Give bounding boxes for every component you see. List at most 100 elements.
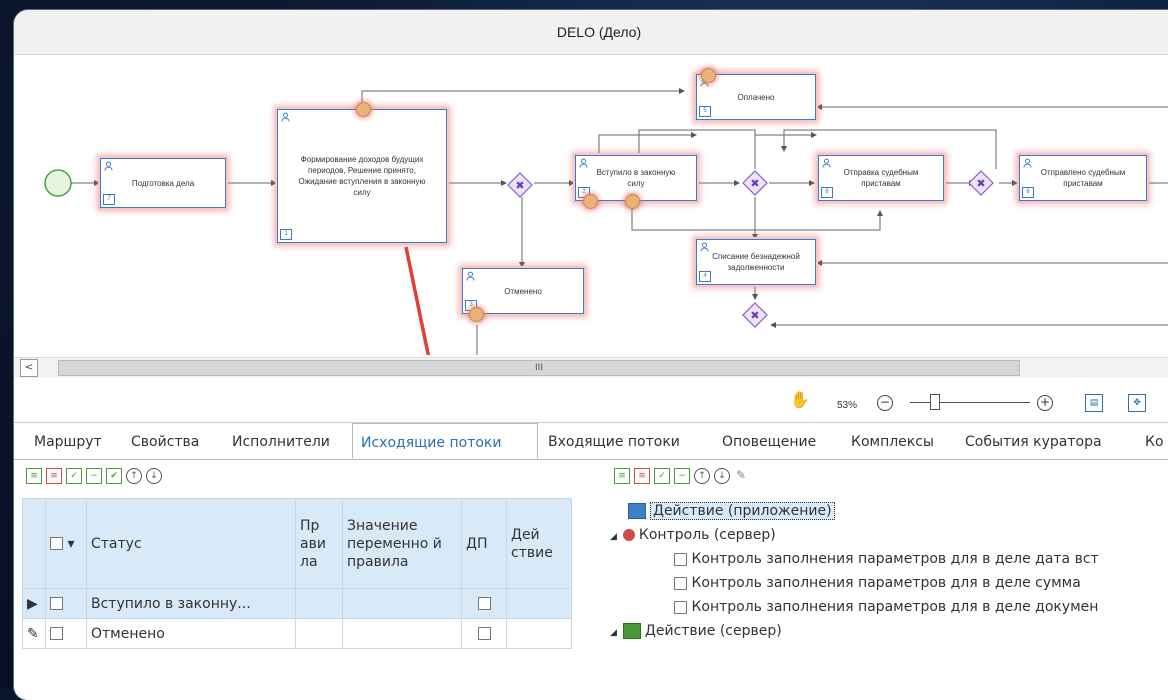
svg-text:✖: ✖: [750, 177, 759, 190]
row-status[interactable]: Вступило в законну...: [86, 588, 296, 619]
column-rule-value[interactable]: Значение переменно й правила: [342, 498, 462, 589]
tab-curator-events[interactable]: События куратора: [965, 423, 1102, 459]
row-checkbox[interactable]: [45, 588, 87, 619]
scroll-left-button[interactable]: <: [20, 359, 38, 377]
node-forming-income[interactable]: Формирование доходов будущих периодов, Р…: [277, 109, 447, 243]
row-dp-checkbox[interactable]: [461, 588, 507, 619]
tree-item-server-control[interactable]: ◢ Контроль (сервер): [610, 524, 776, 546]
status-marker-icon: [356, 102, 371, 117]
row-rules[interactable]: [295, 588, 343, 619]
status-marker-icon: [583, 194, 598, 209]
tab-incoming-flows[interactable]: Входящие потоки: [548, 423, 680, 459]
row-action[interactable]: [506, 588, 572, 619]
actions-pane: ≡ ≡ ✓ − ↑ ↓ ✎ Действие (приложение) ◢ Кон…: [592, 460, 1168, 700]
row-action[interactable]: [506, 618, 572, 649]
zoom-out-button[interactable]: −: [877, 395, 893, 411]
row-value[interactable]: [342, 588, 462, 619]
app-window: DELO (Дело) ✖ ✖ ✖ ✖ Подготовка дела 7 Фо…: [14, 10, 1168, 700]
diagram-horizontal-scrollbar[interactable]: < III: [14, 357, 1168, 379]
calendar-action-icon: [628, 503, 646, 519]
column-status[interactable]: Статус: [86, 498, 296, 589]
zoom-slider-handle[interactable]: [930, 394, 940, 410]
row-indicator-header: [22, 498, 46, 589]
window-title: DELO (Дело): [14, 10, 1168, 55]
zoom-in-button[interactable]: +: [1037, 395, 1053, 411]
svg-text:✖: ✖: [976, 177, 985, 190]
zoom-slider-track[interactable]: [910, 402, 1030, 403]
status-marker-icon: [469, 307, 484, 322]
column-dp[interactable]: ДП: [461, 498, 507, 589]
server-control-icon: [622, 529, 635, 541]
fit-100-icon[interactable]: ▤: [1085, 394, 1103, 412]
scrollbar-thumb[interactable]: III: [58, 360, 1020, 376]
svg-text:✖: ✖: [750, 309, 759, 322]
check-all-icon[interactable]: ✓: [66, 468, 82, 484]
status-marker-icon: [625, 194, 640, 209]
tab-outgoing-flows[interactable]: Исходящие потоки: [352, 423, 538, 459]
gateway-2: ✖: [742, 170, 768, 196]
move-down-icon[interactable]: ↓: [714, 468, 730, 484]
tab-route[interactable]: Маршрут: [34, 423, 102, 459]
zoom-level: 53%: [837, 400, 858, 411]
server-action-icon: [622, 623, 641, 639]
collapse-arrow-icon[interactable]: ◢: [610, 532, 617, 542]
apply-icon[interactable]: ✔: [106, 468, 122, 484]
row-value[interactable]: [342, 618, 462, 649]
row-marker: ✎: [22, 618, 46, 649]
row-checkbox[interactable]: [45, 618, 87, 649]
start-event: [44, 169, 72, 197]
table-row[interactable]: ▶ Вступило в законну...: [22, 588, 572, 619]
tab-properties[interactable]: Свойства: [131, 423, 199, 459]
zoom-toolbar: ✋ 53% − + ▤ ✥: [14, 378, 1168, 423]
tree-item-server-action[interactable]: ◢ Действие (сервер): [610, 620, 782, 642]
tree-item-control-sum[interactable]: Контроль заполнения параметров для в дел…: [674, 572, 1081, 594]
add-action-icon[interactable]: ≡: [614, 468, 630, 484]
node-send-to-bailiffs[interactable]: Отправка судебным приставам 6: [818, 155, 944, 201]
tree-item-control-document[interactable]: Контроль заполнения параметров для в дел…: [674, 596, 1098, 618]
tab-performers[interactable]: Исполнители: [232, 423, 330, 459]
status-marker-icon: [701, 68, 716, 83]
column-rules[interactable]: Пр ави ла: [295, 498, 343, 589]
row-marker: ▶: [22, 588, 46, 619]
tab-complexes[interactable]: Комплексы: [851, 423, 934, 459]
delete-row-icon[interactable]: ≡: [46, 468, 62, 484]
node-sent-to-bailiffs[interactable]: Отправлено судебным приставам 6: [1019, 155, 1147, 201]
table-row[interactable]: ✎ Отменено: [22, 618, 572, 649]
gateway-4: ✖: [742, 302, 768, 328]
node-paid[interactable]: Оплачено 5: [696, 74, 816, 120]
row-status[interactable]: Отменено: [86, 618, 296, 649]
add-row-icon[interactable]: ≡: [26, 468, 42, 484]
column-action[interactable]: Дей ствие: [506, 498, 572, 589]
check-all-icon[interactable]: ✓: [654, 468, 670, 484]
tree-item-control-date[interactable]: Контроль заполнения параметров для в дел…: [674, 548, 1099, 570]
move-up-icon[interactable]: ↑: [126, 468, 142, 484]
annotation-arrow: [404, 246, 431, 355]
uncheck-all-icon[interactable]: −: [86, 468, 102, 484]
row-dp-checkbox[interactable]: [461, 618, 507, 649]
svg-text:✖: ✖: [515, 179, 524, 192]
select-all-header[interactable]: ▾: [45, 498, 87, 589]
item-checkbox[interactable]: [674, 600, 687, 614]
outgoing-flows-pane: ≡ ≡ ✓ − ✔ ↑ ↓ ▾ Статус Пр ави ла Значени…: [14, 460, 593, 700]
node-write-off-debt[interactable]: Списание безнадежной задолженности 4: [696, 239, 816, 285]
outgoing-flows-table: ▾ Статус Пр ави ла Значение переменно й …: [22, 498, 572, 649]
process-diagram-canvas[interactable]: ✖ ✖ ✖ ✖ Подготовка дела 7 Формирование д…: [14, 55, 1168, 355]
gateway-1: ✖: [507, 172, 533, 198]
tree-item-client-action[interactable]: Действие (приложение): [628, 500, 835, 522]
move-down-icon[interactable]: ↓: [146, 468, 162, 484]
move-up-icon[interactable]: ↑: [694, 468, 710, 484]
item-checkbox[interactable]: [674, 552, 687, 566]
uncheck-all-icon[interactable]: −: [674, 468, 690, 484]
item-checkbox[interactable]: [674, 576, 687, 590]
tab-notification[interactable]: Оповещение: [722, 423, 816, 459]
fit-to-screen-icon[interactable]: ✥: [1128, 394, 1146, 412]
properties-tabbar: Маршрут Свойства Исполнители Исходящие п…: [14, 423, 1168, 460]
hand-pan-icon[interactable]: ✋: [790, 390, 810, 409]
gateway-3: ✖: [968, 170, 994, 196]
delete-action-icon[interactable]: ≡: [634, 468, 650, 484]
collapse-arrow-icon[interactable]: ◢: [610, 628, 617, 638]
tab-overflow[interactable]: Ко: [1145, 423, 1164, 459]
node-preparation[interactable]: Подготовка дела 7: [100, 158, 226, 208]
edit-pencil-icon[interactable]: ✎: [734, 468, 748, 482]
row-rules[interactable]: [295, 618, 343, 649]
